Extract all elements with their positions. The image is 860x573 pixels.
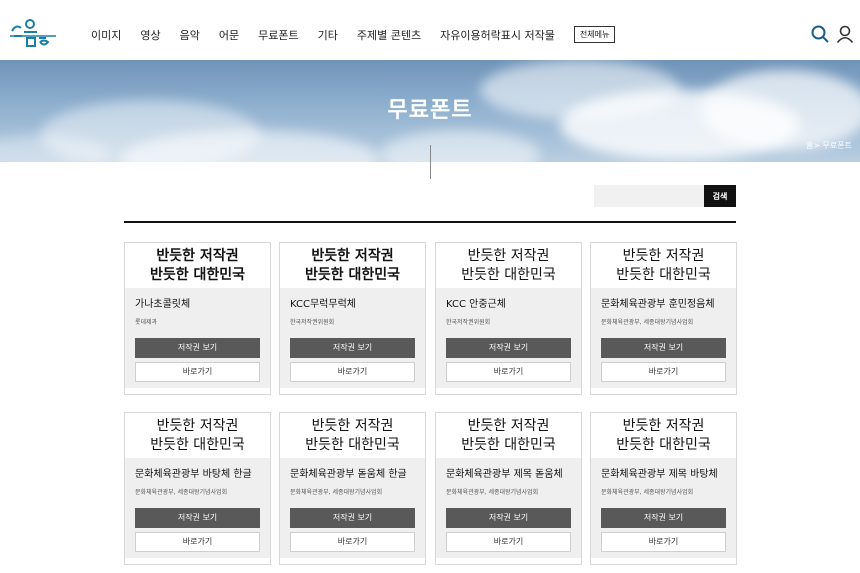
go-to-button[interactable]: 바로가기 — [601, 362, 726, 382]
card-buttons: 저작권 보기 바로가기 — [125, 508, 270, 558]
preview-line: 반듯한 저작권 — [311, 247, 394, 264]
view-copyright-button[interactable]: 저작권 보기 — [446, 508, 571, 528]
font-preview: 반듯한 저작권 반듯한 대한민국 — [591, 413, 736, 458]
view-copyright-button[interactable]: 저작권 보기 — [290, 508, 415, 528]
font-org: 한국저작권위원회 — [290, 319, 335, 326]
font-name: 문화체육관광부 제목 바탕체 — [601, 469, 718, 480]
go-to-button[interactable]: 바로가기 — [135, 362, 260, 382]
preview-line: 반듯한 대한민국 — [150, 436, 245, 453]
font-preview: 반듯한 저작권 반듯한 대한민국 — [436, 413, 581, 458]
font-card: 반듯한 저작권 반듯한 대한민국 KCC무럭무럭체 한국저작권위원회 저작권 보… — [279, 242, 426, 395]
preview-line: 반듯한 저작권 — [467, 247, 550, 264]
content-divider — [124, 221, 736, 223]
nav-item-ccl-works[interactable]: 자유이용허락표시 저작물 — [440, 27, 555, 43]
font-card: 반듯한 저작권 반듯한 대한민국 문화체육관광부 훈민정음체 문화체육관광부, … — [590, 242, 737, 395]
nav-item-topic-content[interactable]: 주제별 콘텐츠 — [357, 27, 421, 43]
font-name: 문화체육관광부 훈민정음체 — [601, 299, 715, 310]
search-icon[interactable] — [811, 25, 829, 43]
go-to-button[interactable]: 바로가기 — [290, 362, 415, 382]
preview-line: 반듯한 저작권 — [156, 417, 239, 434]
breadcrumb[interactable]: 홈> 무료폰트 — [806, 140, 852, 151]
preview-line: 반듯한 저작권 — [156, 247, 239, 264]
preview-line: 반듯한 대한민국 — [304, 266, 401, 283]
font-name: 문화체육관광부 제목 돋움체 — [446, 469, 563, 480]
search-input[interactable] — [594, 185, 704, 207]
preview-line: 반듯한 저작권 — [622, 417, 705, 434]
card-buttons: 저작권 보기 바로가기 — [280, 338, 425, 388]
view-copyright-button[interactable]: 저작권 보기 — [135, 508, 260, 528]
preview-line: 반듯한 저작권 — [622, 247, 705, 264]
user-icon[interactable] — [836, 25, 854, 43]
nav-item-text[interactable]: 어문 — [219, 27, 239, 43]
preview-line: 반듯한 대한민국 — [461, 436, 556, 453]
main-nav: 이미지 영상 음악 어문 무료폰트 기타 주제별 콘텐츠 자유이용허락표시 저작… — [91, 26, 616, 43]
font-card: 반듯한 저작권 반듯한 대한민국 문화체육관광부 제목 돋움체 문화체육관광부,… — [435, 412, 582, 565]
view-copyright-button[interactable]: 저작권 보기 — [446, 338, 571, 358]
font-card: 반듯한 저작권 반듯한 대한민국 문화체육관광부 바탕체 한글 문화체육관광부,… — [124, 412, 271, 565]
go-to-button[interactable]: 바로가기 — [290, 532, 415, 552]
font-preview: 반듯한 저작권 반듯한 대한민국 — [280, 243, 425, 288]
view-copyright-button[interactable]: 저작권 보기 — [290, 338, 415, 358]
preview-line: 반듯한 대한민국 — [305, 436, 400, 453]
card-buttons: 저작권 보기 바로가기 — [125, 338, 270, 388]
preview-line: 반듯한 대한민국 — [461, 266, 556, 283]
font-name: KCC무럭무럭체 — [290, 299, 356, 310]
logo-icon — [10, 19, 56, 47]
all-menu-button[interactable]: 전체메뉴 — [573, 26, 616, 43]
font-card: 반듯한 저작권 반듯한 대한민국 KCC 안중근체 한국저작권위원회 저작권 보… — [435, 242, 582, 395]
font-preview: 반듯한 저작권 반듯한 대한민국 — [280, 413, 425, 458]
font-name: 문화체육관광부 돋움체 한글 — [290, 469, 407, 480]
go-to-button[interactable]: 바로가기 — [601, 532, 726, 552]
preview-line: 반듯한 대한민국 — [149, 266, 246, 283]
font-preview: 반듯한 저작권 반듯한 대한민국 — [125, 413, 270, 458]
font-org: 롯데제과 — [135, 319, 158, 326]
view-copyright-button[interactable]: 저작권 보기 — [601, 338, 726, 358]
card-buttons: 저작권 보기 바로가기 — [280, 508, 425, 558]
search-button[interactable]: 검색 — [704, 185, 736, 207]
font-preview: 반듯한 저작권 반듯한 대한민국 — [436, 243, 581, 288]
view-copyright-button[interactable]: 저작권 보기 — [601, 508, 726, 528]
font-name: 가나초콜릿체 — [135, 299, 191, 310]
font-card: 반듯한 저작권 반듯한 대한민국 가나초콜릿체 롯데제과 저작권 보기 바로가기 — [124, 242, 271, 395]
font-org: 문화체육관광부, 세종대왕기념사업회 — [601, 489, 694, 496]
logo[interactable] — [10, 14, 58, 50]
font-card: 반듯한 저작권 반듯한 대한민국 문화체육관광부 돋움체 한글 문화체육관광부,… — [279, 412, 426, 565]
font-org: 문화체육관광부, 세종대왕기념사업회 — [135, 489, 228, 496]
font-org: 문화체육관광부, 세종대왕기념사업회 — [290, 489, 383, 496]
card-buttons: 저작권 보기 바로가기 — [591, 338, 736, 388]
banner-divider-line — [430, 145, 431, 179]
nav-item-etc[interactable]: 기타 — [318, 27, 338, 43]
font-preview: 반듯한 저작권 반듯한 대한민국 — [591, 243, 736, 288]
go-to-button[interactable]: 바로가기 — [446, 362, 571, 382]
font-org: 한국저작권위원회 — [446, 319, 491, 326]
font-name: KCC 안중근체 — [446, 299, 506, 310]
site-header: 이미지 영상 음악 어문 무료폰트 기타 주제별 콘텐츠 자유이용허락표시 저작… — [0, 0, 860, 60]
view-copyright-button[interactable]: 저작권 보기 — [135, 338, 260, 358]
page-title: 무료폰트 — [387, 98, 473, 123]
card-buttons: 저작권 보기 바로가기 — [436, 338, 581, 388]
font-preview: 반듯한 저작권 반듯한 대한민국 — [125, 243, 270, 288]
font-org: 문화체육관광부, 세종대왕기념사업회 — [446, 489, 539, 496]
nav-item-image[interactable]: 이미지 — [91, 27, 121, 43]
font-card: 반듯한 저작권 반듯한 대한민국 문화체육관광부 제목 바탕체 문화체육관광부,… — [590, 412, 737, 565]
font-org: 문화체육관광부, 세종대왕기념사업회 — [601, 319, 694, 326]
card-buttons: 저작권 보기 바로가기 — [436, 508, 581, 558]
go-to-button[interactable]: 바로가기 — [446, 532, 571, 552]
preview-line: 반듯한 대한민국 — [616, 266, 711, 283]
nav-item-music[interactable]: 음악 — [180, 27, 200, 43]
nav-item-free-font[interactable]: 무료폰트 — [258, 27, 298, 43]
preview-line: 반듯한 저작권 — [467, 417, 550, 434]
preview-line: 반듯한 대한민국 — [616, 436, 711, 453]
font-name: 문화체육관광부 바탕체 한글 — [135, 469, 252, 480]
go-to-button[interactable]: 바로가기 — [135, 532, 260, 552]
nav-item-video[interactable]: 영상 — [140, 27, 160, 43]
preview-line: 반듯한 저작권 — [311, 417, 394, 434]
card-buttons: 저작권 보기 바로가기 — [591, 508, 736, 558]
